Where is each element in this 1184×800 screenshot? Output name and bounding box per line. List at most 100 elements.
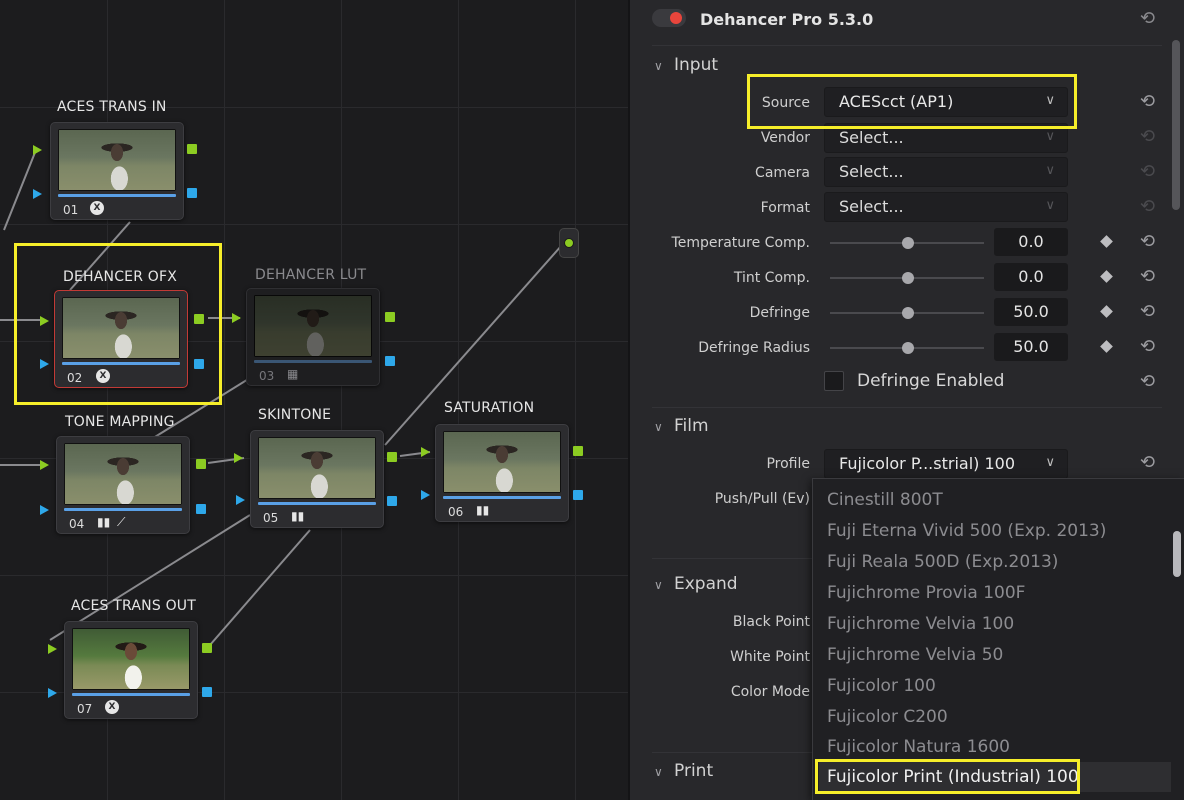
profile-option[interactable]: Fujichrome Provia 100F [827,583,1025,603]
node-02-output-alpha[interactable] [194,359,204,369]
profile-option[interactable]: Fujicolor Natura 1600 [827,737,1010,757]
section-expand[interactable]: ∨ Expand [654,574,738,594]
tint-comp-value[interactable]: 0.0 [994,263,1068,291]
chevron-down-icon: ∨ [654,578,663,592]
profile-option[interactable]: Fujichrome Velvia 100 [827,614,1014,634]
profile-option[interactable]: Fuji Reala 500D (Exp.2013) [827,552,1058,572]
node-05-output-rgb[interactable] [387,452,397,462]
plugin-header: Dehancer Pro 5.3.0 ⟲ [630,0,1184,40]
node-07-output-rgb[interactable] [202,643,212,653]
node-06-output-alpha[interactable] [573,490,583,500]
profile-option-selected[interactable]: Fujicolor Print (Industrial) 100 [827,767,1079,787]
node-06-input-rgb[interactable] [421,447,430,457]
node-06-input-alpha[interactable] [421,490,430,500]
node-04-output-alpha[interactable] [196,504,206,514]
keyframe-icon[interactable] [1100,305,1113,318]
node-04-input-rgb[interactable] [40,460,49,470]
vendor-reset-icon[interactable]: ⟲ [1140,128,1155,146]
divider [652,407,1162,408]
inspector-scrollbar[interactable] [1172,40,1180,210]
profile-option[interactable]: Fujicolor 100 [827,676,936,696]
chevron-down-icon: ∨ [654,59,663,73]
node-01-output-rgb[interactable] [187,144,197,154]
temp-comp-reset-icon[interactable]: ⟲ [1140,233,1155,251]
defringe-reset-icon[interactable]: ⟲ [1140,303,1155,321]
node-number: 02 [67,371,83,385]
node-04-input-alpha[interactable] [40,505,49,515]
chevron-down-icon: ∨ [1045,455,1055,470]
section-print[interactable]: ∨ Print [654,761,713,781]
vendor-dropdown[interactable]: Select... ∨ [824,123,1068,153]
profile-dropdown[interactable]: Fujicolor P...strial) 100 ∨ [824,449,1068,479]
defringe-value[interactable]: 50.0 [994,298,1068,326]
profile-option[interactable]: Cinestill 800T [827,490,943,510]
chevron-down-icon: ∨ [654,420,663,434]
output-node[interactable] [559,228,579,258]
tint-comp-reset-icon[interactable]: ⟲ [1140,268,1155,286]
chevron-down-icon: ∨ [1045,93,1055,108]
node-04[interactable]: 04 ▮▮ ⟋ [56,436,190,534]
source-reset-icon[interactable]: ⟲ [1140,93,1155,111]
defringe-enabled-checkbox[interactable] [824,371,844,391]
camera-reset-icon[interactable]: ⟲ [1140,163,1155,181]
node-03-output-alpha[interactable] [385,356,395,366]
format-reset-icon[interactable]: ⟲ [1140,198,1155,216]
node-07-input-rgb[interactable] [48,644,57,654]
node-05-input-alpha[interactable] [236,495,245,505]
profile-option[interactable]: Fujichrome Velvia 50 [827,645,1003,665]
section-input[interactable]: ∨ Input [654,55,718,75]
temp-comp-value[interactable]: 0.0 [994,228,1068,256]
profile-value: Fujicolor P...strial) 100 [839,454,1016,473]
node-01-input-alpha[interactable] [33,189,42,199]
node-number: 03 [259,369,275,383]
reset-all-icon[interactable]: ⟲ [1140,8,1155,29]
node-05-output-alpha[interactable] [387,496,397,506]
defringe-radius-slider-handle[interactable] [902,342,914,354]
node-01-output-alpha[interactable] [187,188,197,198]
node-06-output-rgb[interactable] [573,446,583,456]
section-input-label: Input [674,55,719,75]
node-02-input-rgb[interactable] [40,316,49,326]
defringe-radius-reset-icon[interactable]: ⟲ [1140,338,1155,356]
node-07-input-alpha[interactable] [48,688,57,698]
defringe-radius-value[interactable]: 50.0 [994,333,1068,361]
node-thumb-bar [64,508,182,511]
format-dropdown[interactable]: Select... ∨ [824,192,1068,222]
tint-comp-slider-handle[interactable] [902,272,914,284]
node-05-input-rgb[interactable] [234,453,243,463]
profile-reset-icon[interactable]: ⟲ [1140,454,1155,472]
node-number: 01 [63,203,79,217]
plugin-enable-toggle[interactable] [652,9,686,27]
node-03-output-rgb[interactable] [385,312,395,322]
node-number: 06 [448,505,464,519]
keyframe-icon[interactable] [1100,270,1113,283]
node-03[interactable]: 03 ▦ [246,288,380,386]
node-thumb-bar [58,194,176,197]
node-01-input-rgb[interactable] [33,145,42,155]
source-dropdown[interactable]: ACEScct (AP1) ∨ [824,87,1068,117]
camera-dropdown[interactable]: Select... ∨ [824,157,1068,187]
profile-option[interactable]: Fuji Eterna Vivid 500 (Exp. 2013) [827,521,1106,541]
profile-dropdown-list[interactable]: Cinestill 800T Fuji Eterna Vivid 500 (Ex… [812,478,1184,800]
node-editor[interactable]: ACES TRANS IN 01 X DEHANCER OFX 02 X DEH… [0,0,628,800]
node-06[interactable]: 06 ▮▮ [435,424,569,522]
node-02[interactable]: 02 X [54,290,188,388]
node-04-output-rgb[interactable] [196,459,206,469]
section-film[interactable]: ∨ Film [654,416,709,436]
node-05[interactable]: 05 ▮▮ [250,430,384,528]
defringe-slider-handle[interactable] [902,307,914,319]
temp-comp-slider-handle[interactable] [902,237,914,249]
profile-option[interactable]: Fujicolor C200 [827,707,948,727]
node-03-input-rgb[interactable] [232,313,241,323]
bars-icon: ▮▮ [476,503,490,517]
keyframe-icon[interactable] [1100,340,1113,353]
node-02-input-alpha[interactable] [40,359,49,369]
node-02-output-rgb[interactable] [194,314,204,324]
node-07-output-alpha[interactable] [202,687,212,697]
defringe-enabled-reset-icon[interactable]: ⟲ [1140,373,1155,391]
source-value: ACEScct (AP1) [839,92,954,111]
profile-list-scrollbar[interactable] [1173,531,1181,577]
keyframe-icon[interactable] [1100,235,1113,248]
node-01[interactable]: 01 X [50,122,184,220]
node-07[interactable]: 07 X [64,621,198,719]
